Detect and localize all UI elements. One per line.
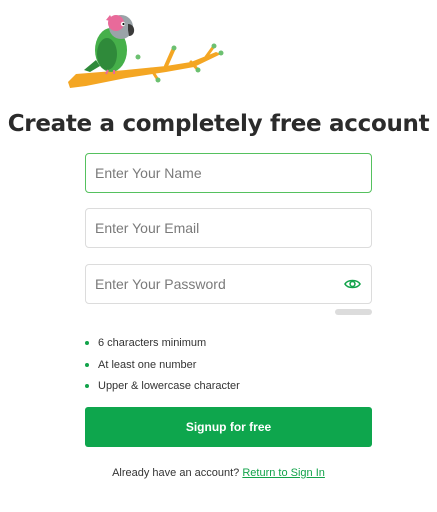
- signin-prompt: Already have an account?: [112, 467, 240, 479]
- email-input[interactable]: [86, 209, 371, 247]
- email-field[interactable]: [85, 208, 372, 248]
- bullet-icon: [85, 384, 89, 388]
- requirement-item: 6 characters minimum: [85, 336, 240, 358]
- name-input[interactable]: [86, 154, 371, 192]
- name-field[interactable]: [85, 153, 372, 193]
- signup-page: Create a completely free account 6 chara…: [0, 0, 437, 512]
- requirement-item: At least one number: [85, 358, 240, 380]
- bullet-icon: [85, 362, 89, 367]
- signin-row: Already have an account? Return to Sign …: [0, 467, 437, 479]
- password-requirements: 6 characters minimum At least one number…: [85, 336, 240, 401]
- requirement-text: Upper & lowercase character: [98, 380, 240, 392]
- requirement-text: 6 characters minimum: [98, 337, 207, 349]
- password-strength-bar: [335, 309, 372, 315]
- bullet-icon: [85, 341, 89, 345]
- password-field[interactable]: [85, 264, 372, 304]
- eye-icon[interactable]: [344, 277, 361, 291]
- requirement-text: At least one number: [98, 358, 197, 371]
- requirement-item: Upper & lowercase character: [85, 379, 240, 401]
- page-title: Create a completely free account: [7, 111, 430, 137]
- parrot-logo-icon: [68, 15, 224, 88]
- signup-button[interactable]: Signup for free: [85, 407, 372, 447]
- signin-link[interactable]: Return to Sign In: [242, 467, 325, 479]
- password-input[interactable]: [86, 265, 371, 303]
